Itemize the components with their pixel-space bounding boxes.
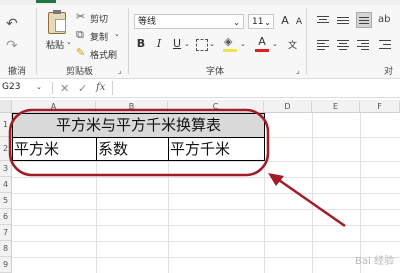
highlight-outline [8,108,270,177]
annotation-overlay [8,108,346,228]
annotation-arrow-head [268,173,284,186]
watermark: Bai 经验 [355,256,394,267]
annotation-arrow-shaft [275,176,346,228]
